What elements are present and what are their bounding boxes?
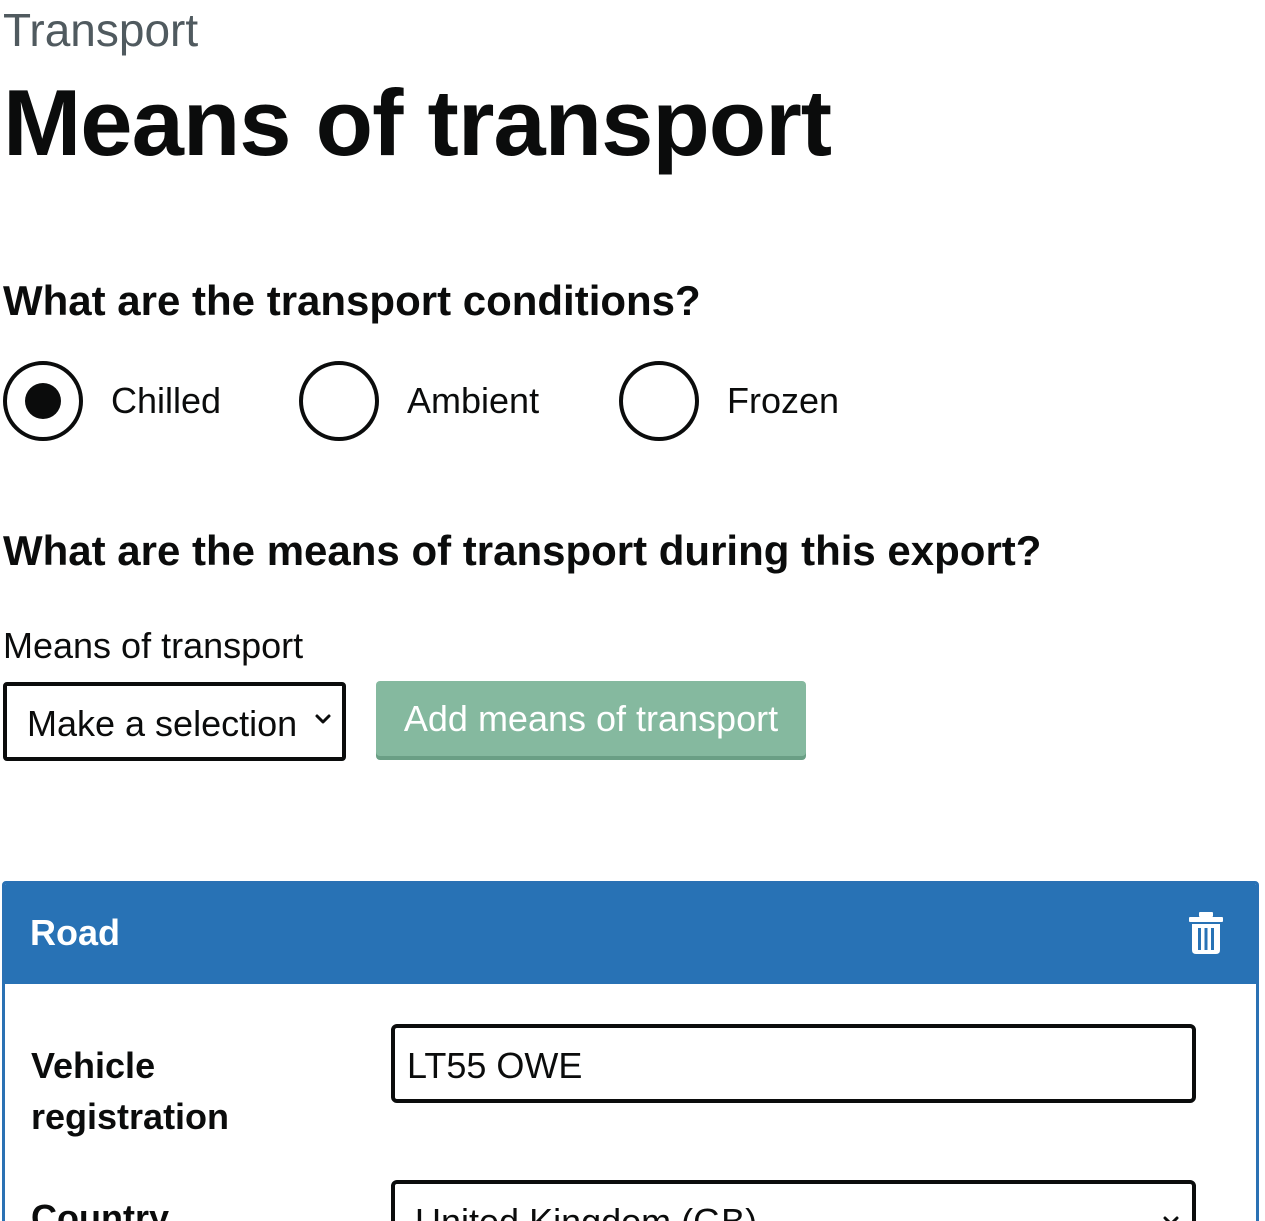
- page: Transport Means of transport What are th…: [0, 0, 1265, 1221]
- trash-icon[interactable]: [1188, 911, 1224, 955]
- means-question: What are the means of transport during t…: [3, 527, 1042, 574]
- country-select-value: United Kingdom (GB): [415, 1200, 757, 1221]
- add-means-button[interactable]: Add means of transport: [376, 681, 806, 756]
- means-select-value: Make a selection: [27, 703, 298, 744]
- road-panel-title: Road: [30, 912, 120, 953]
- conditions-question: What are the transport conditions?: [3, 277, 701, 324]
- vehicle-registration-input[interactable]: LT55 OWE: [391, 1024, 1196, 1103]
- country-label: Country: [31, 1197, 169, 1221]
- radio-label-chilled[interactable]: Chilled: [111, 379, 221, 423]
- radio-label-frozen[interactable]: Frozen: [727, 379, 839, 423]
- means-select[interactable]: Make a selection: [3, 682, 346, 761]
- radio-button[interactable]: [619, 361, 699, 441]
- road-panel-header: Road: [5, 884, 1256, 984]
- radio-dot: [25, 383, 61, 419]
- country-select[interactable]: United Kingdom (GB): [391, 1180, 1196, 1221]
- means-select-label: Means of transport: [3, 625, 304, 666]
- page-caption: Transport: [3, 4, 199, 56]
- radio-label-ambient[interactable]: Ambient: [407, 379, 539, 423]
- vehicle-registration-value: LT55 OWE: [407, 1045, 583, 1086]
- road-panel: Road Vehicle registration LT55 OWE Count…: [2, 881, 1259, 1221]
- radio-button[interactable]: [299, 361, 379, 441]
- chevron-down-icon: [315, 714, 331, 724]
- chevron-down-icon: [1163, 1216, 1179, 1221]
- radio-button-selected[interactable]: [3, 361, 83, 441]
- page-title: Means of transport: [3, 70, 832, 175]
- vehicle-registration-label: Vehicle registration: [31, 1045, 230, 1137]
